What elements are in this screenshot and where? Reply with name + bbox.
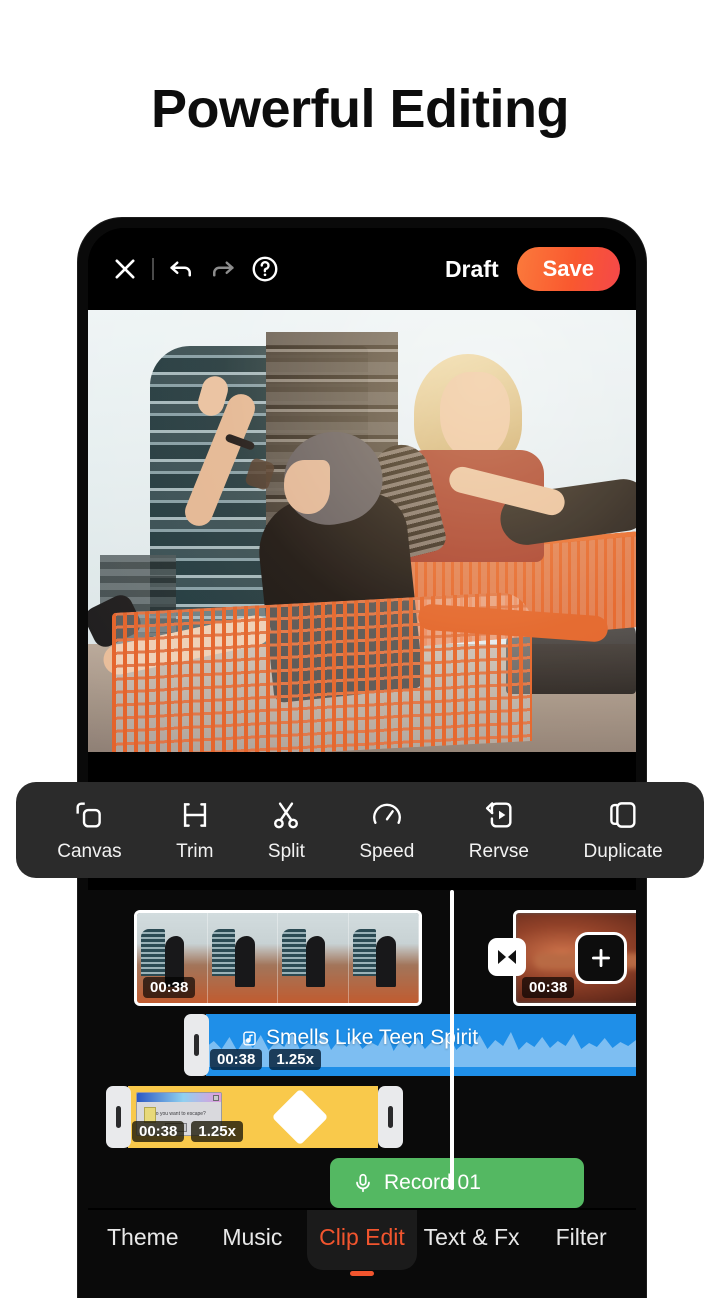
tool-split[interactable]: Split [268,798,305,863]
tab-label: Clip Edit [319,1224,405,1250]
microphone-icon [356,1173,370,1193]
tool-duplicate[interactable]: Duplicate [583,798,663,863]
tab-label: Text & Fx [423,1224,520,1250]
video-clip[interactable]: 00:38 [134,910,422,1006]
thumbnail-frame [207,913,278,1003]
sticker-trim-handle-left[interactable] [106,1086,131,1148]
undo-icon[interactable] [160,248,202,290]
scissors-icon [274,801,299,828]
playhead[interactable] [450,890,454,1190]
preview-sun-flare [88,310,636,752]
phone-screen: Draft Save 00:38 00:38 Smells Like Teen … [88,228,636,1298]
draft-label[interactable]: Draft [445,256,499,283]
video-track[interactable]: 00:38 00:38 [88,910,636,1006]
add-clip-button[interactable] [575,932,627,984]
tool-speed[interactable]: Speed [359,798,414,863]
music-note-icon [243,1030,256,1046]
active-tab-indicator [349,1271,374,1276]
keyframe-diamond-icon[interactable] [271,1088,329,1146]
music-title: Smells Like Teen Spirit [240,1026,478,1050]
music-trim-handle-left[interactable] [184,1014,209,1076]
trim-icon [183,802,206,827]
video-preview[interactable] [88,310,636,752]
canvas-icon [76,801,102,828]
redo-icon[interactable] [202,248,244,290]
clip-duration-badge: 00:38 [522,977,575,998]
sticker-clip[interactable]: Do you want to escape? 00:38 1.25x [128,1086,378,1148]
close-icon[interactable] [104,248,146,290]
tool-reverse[interactable]: Rervse [469,798,529,863]
mini-close-icon [213,1094,219,1101]
record-track[interactable]: Record 01 [88,1158,636,1216]
bottom-tab-bar: Theme Music Clip Edit Text & Fx Filter [88,1210,636,1298]
tool-label: Speed [359,840,415,862]
sticker-badges: 00:38 1.25x [132,1121,243,1142]
page-title: Powerful Editing [151,79,570,139]
clip-edit-toolbar: Canvas Trim Split Speed Rervse Duplicate [16,782,704,878]
music-duration-badge: 00:38 [210,1049,263,1070]
tab-clip-edit[interactable]: Clip Edit [307,1210,417,1276]
thumbnail-frame [348,913,419,1003]
sticker-duration-badge: 00:38 [132,1121,185,1142]
tool-label: Canvas [57,840,122,862]
phone-frame: Draft Save 00:38 00:38 Smells Like Teen … [78,218,646,1298]
music-clip[interactable]: Smells Like Teen Spirit 00:38 1.25x [206,1014,636,1076]
tool-label: Rervse [468,840,529,862]
tab-label: Music [222,1224,283,1250]
tab-label: Theme [107,1224,179,1250]
tool-trim[interactable]: Trim [176,798,213,863]
tool-label: Duplicate [583,840,663,862]
music-track[interactable]: Smells Like Teen Spirit 00:38 1.25x [88,1014,636,1076]
tool-label: Trim [176,840,214,862]
editor-top-bar: Draft Save [88,228,636,310]
speedometer-icon [372,803,401,824]
save-button[interactable]: Save [516,247,620,291]
mini-dialog-titlebar [137,1093,221,1102]
sticker-speed-badge: 1.25x [191,1121,243,1142]
music-speed-badge: 1.25x [269,1049,321,1070]
tab-filter[interactable]: Filter [526,1210,636,1270]
tab-text-fx[interactable]: Text & Fx [417,1210,527,1270]
record-clip[interactable]: Record 01 [330,1158,584,1208]
toolbar-divider [152,258,154,280]
sticker-trim-handle-right[interactable] [378,1086,403,1148]
tab-label: Filter [555,1224,607,1250]
clip-duration-badge: 00:38 [143,977,196,998]
tab-theme[interactable]: Theme [88,1210,198,1270]
sticker-track[interactable]: Do you want to escape? 00:38 1.25x [88,1086,636,1148]
tool-canvas[interactable]: Canvas [57,798,122,863]
music-title-text: Smells Like Teen Spirit [266,1026,479,1049]
record-label: Record 01 [384,1171,481,1194]
reverse-icon [485,801,512,828]
tab-music[interactable]: Music [198,1210,308,1270]
duplicate-icon [610,801,636,828]
music-badges: 00:38 1.25x [206,1049,321,1070]
tool-label: Split [267,840,305,862]
thumbnail-frame [278,913,349,1003]
timeline[interactable]: 00:38 00:38 Smells Like Teen Spirit 00:3… [88,890,636,1208]
transition-icon[interactable] [488,938,526,976]
help-circle-icon[interactable] [244,248,286,290]
